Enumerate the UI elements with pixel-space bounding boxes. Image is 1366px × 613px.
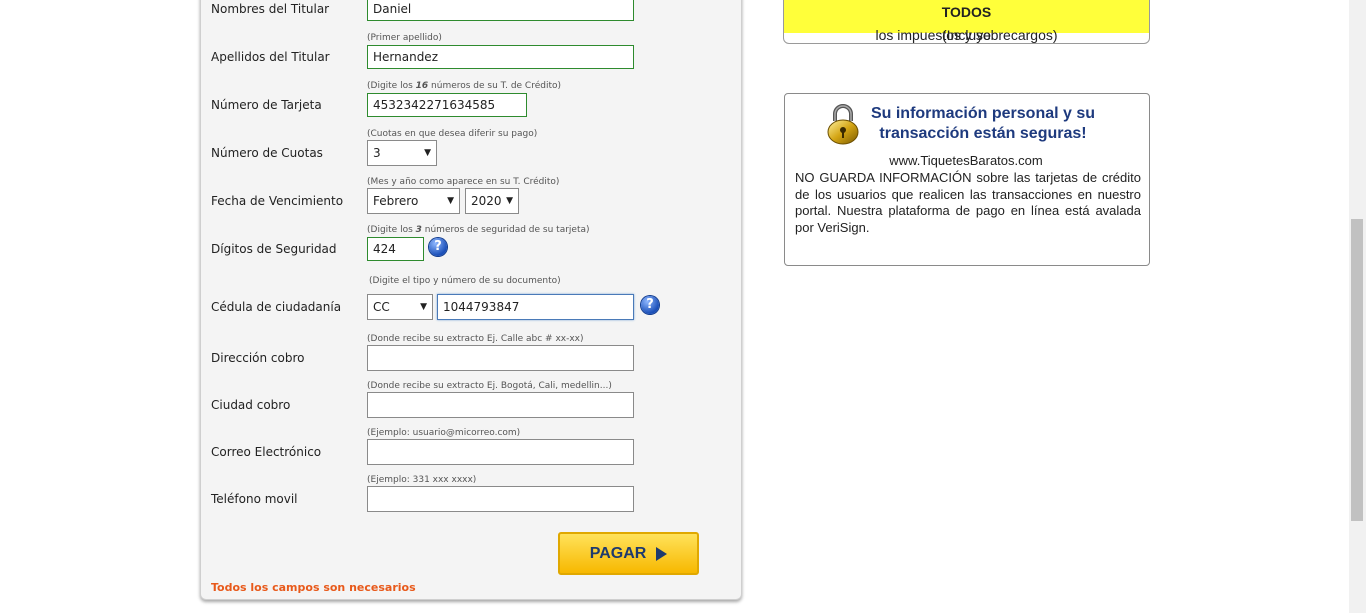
label-billing-address: Dirección cobro [211, 351, 305, 365]
page-scrollbar-thumb[interactable] [1351, 219, 1363, 521]
hint-security-code: (Digite los 3 números de seguridad de su… [367, 225, 590, 235]
label-security-code: Dígitos de Seguridad [211, 242, 337, 256]
security-site: www.TiquetesBaratos.com [889, 153, 1043, 168]
phone-input[interactable] [367, 486, 634, 512]
label-expiry: Fecha de Vencimiento [211, 194, 344, 208]
document-type-value: CC [373, 300, 390, 314]
hint-billing-address: (Donde recibe su extracto Ej. Calle abc … [367, 334, 584, 344]
price-summary-box: (Incluye TODOS los impuestos y sobrecarg… [783, 0, 1150, 44]
security-title: Su información personal y su transacción… [870, 105, 1096, 142]
email-input[interactable] [367, 439, 634, 465]
document-number-input[interactable] [437, 294, 634, 320]
expiry-month-value: Febrero [373, 194, 419, 208]
label-holder-name: Nombres del Titular [211, 2, 330, 16]
hint-installments: (Cuotas en que desea diferir su pago) [367, 129, 538, 139]
hint-document: (Digite el tipo y número de su documento… [369, 276, 561, 286]
help-circle-icon[interactable]: ? [429, 238, 447, 256]
hint-email: (Ejemplo: usuario@micorreo.com) [367, 428, 521, 438]
label-installments: Número de Cuotas [211, 146, 323, 160]
label-email: Correo Electrónico [211, 445, 322, 459]
price-summary-highlight: (Incluye TODOS los impuestos y sobrecarg… [784, 0, 1149, 43]
label-document: Cédula de ciudadanía [211, 300, 342, 314]
billing-city-input[interactable] [367, 392, 634, 418]
expiry-month-select[interactable]: Febrero ▼ [367, 188, 460, 214]
hint-billing-city: (Donde recibe su extracto Ej. Bogotá, Ca… [367, 381, 612, 391]
expiry-year-value: 2020 [471, 194, 502, 208]
label-holder-lastname: Apellidos del Titular [211, 50, 330, 64]
hint-holder-lastname: (Primer apellido) [367, 33, 442, 43]
installments-select[interactable]: 3 ▼ [367, 140, 437, 166]
label-phone: Teléfono movil [211, 492, 298, 506]
pay-button-label: PAGAR [589, 544, 647, 562]
expiry-year-select[interactable]: 2020 ▼ [465, 188, 519, 214]
label-card-number: Número de Tarjeta [211, 98, 322, 112]
price-tax-note: (Incluye TODOS los impuestos y sobrecarg… [875, 4, 1058, 43]
document-type-select[interactable]: CC ▼ [367, 294, 433, 320]
holder-name-input[interactable] [367, 0, 634, 21]
security-code-input[interactable] [367, 237, 424, 261]
required-fields-note: Todos los campos son necesarios [211, 581, 416, 594]
triangle-down-icon: ▼ [447, 196, 454, 206]
pay-button[interactable]: PAGAR [558, 532, 699, 575]
card-number-input[interactable] [367, 93, 527, 117]
installments-value: 3 [373, 146, 381, 160]
hint-phone: (Ejemplo: 331 xxx xxxx) [367, 475, 477, 485]
label-billing-city: Ciudad cobro [211, 398, 291, 412]
triangle-down-icon: ▼ [506, 196, 513, 206]
billing-address-input[interactable] [367, 345, 634, 371]
holder-lastname-input[interactable] [367, 45, 634, 69]
triangle-down-icon: ▼ [424, 148, 431, 158]
security-body: NO GUARDA INFORMACIÓN sobre las tarjetas… [795, 170, 1141, 235]
play-arrow-icon [656, 546, 668, 561]
hint-card-number: (Digite los 16 números de su T. de Crédi… [367, 81, 562, 91]
help-circle-icon[interactable]: ? [641, 296, 659, 314]
hint-expiry: (Mes y año como aparece en su T. Crédito… [367, 177, 560, 187]
triangle-down-icon: ▼ [420, 302, 427, 312]
